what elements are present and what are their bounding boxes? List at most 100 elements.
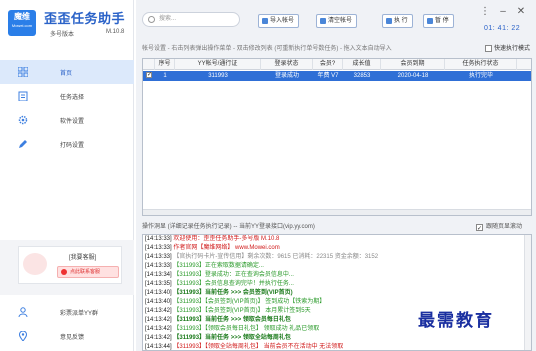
sidebar-item-label: 打码设置 [60, 142, 85, 149]
sidebar-nav: 首页 任务选择 软件设置 打码设置 [0, 60, 134, 156]
log-text: 【311993】正在索取数据请确定... [173, 263, 264, 269]
col-header[interactable]: 登录状态 [261, 59, 313, 70]
table-row[interactable]: 1 311993 登录成功 年费 V7 32853 2020-04-18 执行完… [143, 71, 531, 81]
col-header[interactable]: 会员? [313, 59, 343, 70]
log-line: [14:13:33] 欢迎使用：歪歪任务助手-多号版 M.10.8 [143, 235, 531, 244]
sidebar-item-task-select[interactable]: 任务选择 [0, 84, 134, 108]
log-timestamp: [14:13:40] [145, 299, 174, 305]
sidebar-item-yy-group[interactable]: 彩票派单YY群 [0, 300, 134, 324]
location-icon [18, 331, 28, 341]
col-header[interactable]: 成长值 [343, 59, 381, 70]
select-all-col[interactable] [143, 59, 155, 70]
cell-status: 登录成功 [274, 73, 299, 79]
cell-growth: 32853 [353, 73, 371, 79]
log-text: 欢迎使用：歪歪任务助手-多号版 M.10.8 [173, 236, 280, 242]
log-panel: [14:13:33] 欢迎使用：歪歪任务助手-多号版 M.10.8 [14:13:… [142, 234, 532, 351]
search-input[interactable]: 搜索... [142, 12, 240, 27]
contact-support-button[interactable]: 点此联系客服 [57, 266, 119, 278]
user-icon [18, 307, 28, 317]
clear-accounts-button[interactable]: 清空帐号 [316, 14, 358, 28]
clock: 01: 41: 22 [484, 25, 521, 32]
gear-icon [18, 115, 28, 125]
app-logo: 魔维 Mowei.com [8, 10, 36, 36]
log-line: [14:13:42] 【311993】当前任务 >>> 领取全站每周礼包 [143, 334, 531, 343]
logo-subtext: Mowei.com [11, 23, 33, 28]
toolbar: 搜索... 导入帐号 清空帐号 执 行 暂 停 ⋮ – ✕ 01: 41: 22 [136, 0, 536, 38]
log-line: [14:13:34] 【311993】登录成功：正在查询会员信息中... [143, 271, 531, 280]
log-text: 【311993】【会员签到(VIP首页)】 本月累计签到5天 [173, 308, 311, 314]
clear-label: 清空帐号 [328, 18, 353, 24]
search-icon [148, 16, 155, 23]
watermark: 最需教育 [418, 311, 494, 331]
sidebar-item-label: 彩票派单YY群 [60, 310, 99, 317]
run-button[interactable]: 执 行 [382, 14, 413, 28]
pencil-icon [19, 140, 27, 148]
table-header: 序号 YY帐号/通行证 登录状态 会员? 成长值 会员到期 任务执行状态 [143, 59, 531, 70]
app-subtitle: 多号版本 [50, 32, 75, 38]
horizontal-scrollbar[interactable] [143, 209, 531, 215]
minimize-icon[interactable]: – [497, 6, 509, 17]
sidebar-item-label: 软件设置 [60, 118, 85, 125]
sidebar-item-label: 意见反馈 [60, 334, 85, 341]
log-text: 【311993】【领取全站每周礼包】 当前会员不在活动中 无法领取 [173, 344, 344, 350]
log-text: 【官执行码卡片-宣传信用】剩余次数：9615 已消耗：22315 资金余额：31… [173, 254, 379, 260]
sidebar-item-label: 任务选择 [60, 94, 85, 101]
sidebar-item-captcha-settings[interactable]: 打码设置 [0, 132, 134, 156]
run-label: 执 行 [394, 18, 408, 24]
sidebar-item-home[interactable]: 首页 [0, 60, 134, 84]
main-panel: 搜索... 导入帐号 清空帐号 执 行 暂 停 ⋮ – ✕ 01: 41: 22… [136, 0, 536, 351]
import-accounts-button[interactable]: 导入帐号 [258, 14, 300, 28]
log-timestamp: [14:13:33] [145, 254, 174, 260]
sidebar-bottom: 彩票派单YY群 意见反馈 [0, 300, 134, 348]
log-header: 操作洞显 (详细记录任务执行记录) -- 当前YY登录接口(vip.yy.com… [142, 221, 532, 235]
log-title: 操作洞显 (详细记录任务执行记录) -- 当前YY登录接口(vip.yy.com… [142, 224, 315, 230]
clear-icon [320, 18, 326, 24]
pause-label: 暂 停 [435, 18, 449, 24]
import-label: 导入帐号 [270, 18, 295, 24]
log-line: [14:13:33] 【311993】正在索取数据请确定... [143, 262, 531, 271]
log-text: 【311993】会员信息查询完毕！并执行任务... [173, 281, 294, 287]
log-timestamp: [14:13:42] [145, 335, 174, 341]
pause-icon [427, 18, 433, 24]
pause-button[interactable]: 暂 停 [423, 14, 454, 28]
log-timestamp: [14:13:33] [145, 236, 174, 242]
chat-icon [61, 269, 67, 275]
log-timestamp: [14:13:42] [145, 308, 174, 314]
cell-account: 311993 [208, 73, 228, 79]
col-header[interactable]: 序号 [155, 59, 175, 70]
support-card: [我要客服] 点此联系客服 [18, 246, 122, 284]
log-line: [14:13:33] 【官执行码卡片-宣传信用】剩余次数：9615 已消耗：22… [143, 253, 531, 262]
fast-mode-label: 快速执行模式 [494, 46, 531, 52]
grid-icon [18, 67, 28, 77]
close-icon[interactable]: ✕ [515, 6, 527, 17]
sidebar-item-feedback[interactable]: 意见反馈 [0, 324, 134, 348]
contact-support-label: 点此联系客服 [70, 269, 101, 275]
row-checkbox[interactable] [146, 71, 152, 78]
vertical-scrollbar[interactable] [524, 235, 531, 350]
fast-mode-checkbox[interactable] [485, 45, 492, 52]
sidebar-item-software-settings[interactable]: 软件设置 [0, 108, 134, 132]
logo-text: 魔维 [14, 12, 30, 21]
log-timestamp: [14:13:42] [145, 326, 174, 332]
log-text: 【311993】当前任务 >>> 领取会员每日礼包 [173, 317, 291, 323]
log-text: 【311993】当前任务 >>> 会员签到(VIP首页) [173, 290, 293, 296]
log-timestamp: [14:13:35] [145, 281, 174, 287]
col-header[interactable]: YY帐号/通行证 [175, 59, 261, 70]
search-placeholder: 搜索... [159, 16, 177, 22]
log-line: [14:13:44] 【311993】【领取全站每周礼包】 当前会员不在活动中 … [143, 343, 531, 350]
clipboard-icon [18, 91, 28, 101]
accounts-table: 序号 YY帐号/通行证 登录状态 会员? 成长值 会员到期 任务执行状态 1 3… [142, 58, 532, 216]
accounts-hint: 帐号设置 - 右击列表弹出操作菜单 - 双击修改列表 (可重新执行单号数任务) … [142, 46, 392, 52]
sidebar-item-label: 首页 [60, 70, 73, 77]
app-header: 魔维 Mowei.com 歪歪任务助手 多号版本 M.10.8 [4, 4, 132, 40]
menu-icon[interactable]: ⋮ [479, 6, 491, 17]
sidebar: 魔维 Mowei.com 歪歪任务助手 多号版本 M.10.8 首页 任务选择 … [0, 0, 134, 351]
col-header[interactable]: 任务执行状态 [445, 59, 517, 70]
col-header[interactable]: 会员到期 [381, 59, 445, 70]
log-text: 【311993】【领取会员每日礼包】 领取成功 礼品已领取 [173, 326, 320, 332]
auto-scroll-label: 跟随页显滚动 [486, 224, 523, 230]
log-line: [14:13:35] 【311993】会员信息查询完毕！并执行任务... [143, 280, 531, 289]
log-timestamp: [14:13:34] [145, 272, 174, 278]
log-text: 【311993】登录成功：正在查询会员信息中... [173, 272, 294, 278]
auto-scroll-checkbox[interactable] [476, 223, 483, 235]
